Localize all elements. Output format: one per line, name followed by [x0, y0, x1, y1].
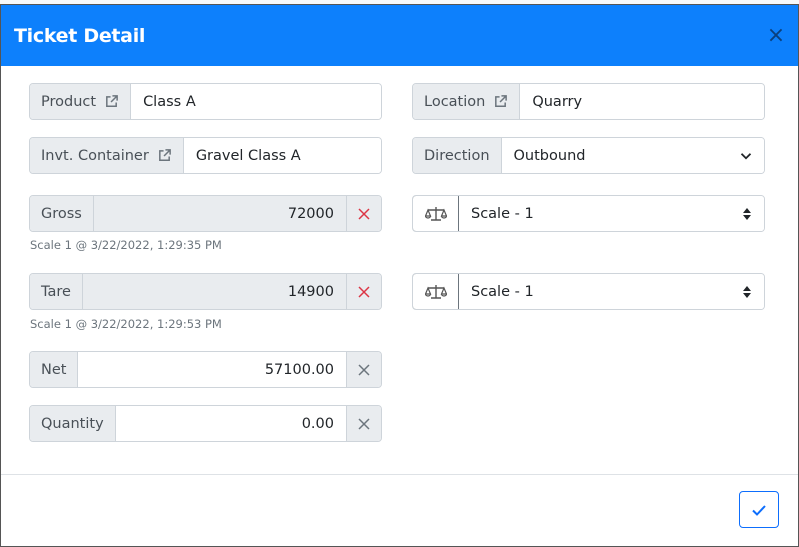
invt-container-value[interactable]: Gravel Class A: [183, 138, 381, 173]
dialog-footer: [1, 474, 798, 546]
sort-icon: [743, 285, 751, 298]
tare-scale-field: Scale - 1: [412, 273, 765, 310]
chevron-down-icon: [740, 152, 752, 160]
external-link-icon[interactable]: [157, 148, 172, 163]
gross-label: Gross: [30, 196, 94, 231]
location-label: Location: [424, 93, 486, 110]
tare-read-scale-button[interactable]: [413, 274, 459, 309]
tare-scale-value: Scale - 1: [471, 283, 534, 300]
quantity-label: Quantity: [30, 406, 116, 441]
dialog-title: Ticket Detail: [14, 24, 146, 47]
net-value[interactable]: 57100.00: [78, 352, 346, 387]
times-icon: [358, 207, 370, 220]
direction-select[interactable]: Outbound: [501, 138, 764, 173]
balance-scale-icon: [424, 206, 447, 221]
tare-scale-timestamp: Scale 1 @ 3/22/2022, 1:29:53 PM: [30, 317, 222, 331]
direction-value: Outbound: [513, 147, 586, 164]
tare-value[interactable]: 14900: [82, 274, 346, 309]
product-label: Product: [41, 93, 97, 110]
times-icon: [358, 285, 370, 298]
gross-scale-field: Scale - 1: [412, 195, 765, 232]
dialog-body: Product Class A Location Quarry Invt. Co…: [1, 66, 798, 474]
dialog-header: Ticket Detail ×: [1, 5, 798, 66]
gross-scale-select[interactable]: Scale - 1: [459, 196, 764, 231]
product-value[interactable]: Class A: [131, 84, 381, 119]
direction-label: Direction: [413, 138, 502, 173]
invt-container-label: Invt. Container: [41, 147, 149, 164]
tare-clear-button[interactable]: [346, 274, 381, 309]
close-button[interactable]: ×: [766, 24, 786, 47]
balance-scale-icon: [424, 284, 447, 299]
quantity-field: Quantity 0.00: [29, 405, 382, 442]
check-icon: [752, 504, 766, 516]
gross-clear-button[interactable]: [346, 196, 381, 231]
location-field: Location Quarry: [412, 83, 765, 120]
gross-value[interactable]: 72000: [93, 196, 346, 231]
gross-scale-timestamp: Scale 1 @ 3/22/2022, 1:29:35 PM: [30, 238, 222, 252]
sort-icon: [743, 207, 751, 220]
external-link-icon[interactable]: [493, 94, 508, 109]
product-field: Product Class A: [29, 83, 382, 120]
gross-field: Gross 72000: [29, 195, 382, 232]
ticket-detail-dialog: Ticket Detail × Product Class A Location…: [0, 4, 799, 547]
invt-container-field: Invt. Container Gravel Class A: [29, 137, 382, 174]
net-label: Net: [30, 352, 79, 387]
location-value[interactable]: Quarry: [520, 84, 764, 119]
gross-scale-value: Scale - 1: [471, 205, 534, 222]
net-clear-button[interactable]: [346, 352, 381, 387]
quantity-value[interactable]: 0.00: [115, 406, 346, 441]
location-label-addon[interactable]: Location: [413, 84, 521, 119]
times-icon: [358, 363, 370, 376]
gross-read-scale-button[interactable]: [413, 196, 459, 231]
invt-container-label-addon[interactable]: Invt. Container: [30, 138, 184, 173]
tare-field: Tare 14900: [29, 273, 382, 310]
quantity-clear-button[interactable]: [346, 406, 381, 441]
net-field: Net 57100.00: [29, 351, 382, 388]
times-icon: [358, 417, 370, 430]
product-label-addon[interactable]: Product: [30, 84, 132, 119]
direction-field: Direction Outbound: [412, 137, 765, 174]
external-link-icon[interactable]: [104, 94, 119, 109]
tare-label: Tare: [30, 274, 83, 309]
tare-scale-select[interactable]: Scale - 1: [459, 274, 764, 309]
confirm-button[interactable]: [739, 491, 779, 528]
